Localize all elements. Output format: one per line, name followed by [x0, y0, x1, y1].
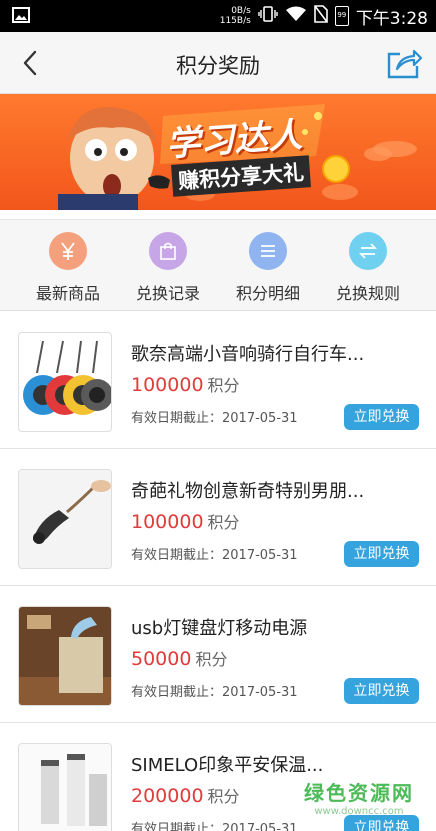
share-icon[interactable]: [386, 46, 423, 80]
redeem-button[interactable]: 立即兑换: [344, 678, 419, 704]
watermark: 绿色资源网 www.downcc.com: [304, 781, 414, 817]
product-points: 100000 积分: [131, 374, 240, 396]
product-points: 200000 积分: [131, 785, 240, 807]
list-item[interactable]: 歌奈高端小音响骑行自行车... 100000 积分 有效日期截止：2017-05-…: [0, 312, 436, 449]
product-points: 100000 积分: [131, 511, 240, 533]
list-item[interactable]: usb灯键盘灯移动电源 50000 积分 有效日期截止：2017-05-31 立即…: [0, 586, 436, 723]
expiry-date: 有效日期截止：2017-05-31: [131, 822, 298, 831]
product-list: 歌奈高端小音响骑行自行车... 100000 积分 有效日期截止：2017-05-…: [0, 312, 436, 831]
gallery-icon: [12, 7, 30, 27]
expiry-date: 有效日期截止：2017-05-31: [131, 685, 298, 700]
status-bar: 0B/s 115B/s 99 下午3:28: [0, 0, 436, 32]
list-item[interactable]: 奇葩礼物创意新奇特别男朋... 100000 积分 有效日期截止：2017-05-…: [0, 449, 436, 586]
product-image: [18, 332, 112, 432]
bag-icon: [149, 232, 187, 270]
category-label: 兑换规则: [335, 284, 400, 303]
category-nav: 最新商品 兑换记录 积分明细 兑换规则: [0, 219, 436, 311]
redeem-button[interactable]: 立即兑换: [344, 541, 419, 567]
nav-bar: 积分奖励: [0, 32, 436, 94]
product-name: 歌奈高端小音响骑行自行车...: [131, 344, 365, 365]
battery-icon: 99: [334, 6, 349, 26]
exchange-icon: [349, 232, 387, 270]
product-name: 奇葩礼物创意新奇特别男朋...: [131, 481, 365, 502]
category-label: 兑换记录: [135, 284, 200, 303]
list-icon: [249, 232, 287, 270]
product-image: [18, 743, 112, 831]
category-label: 积分明细: [235, 284, 300, 303]
category-exchange-rules[interactable]: 兑换规则: [318, 232, 418, 304]
expiry-date: 有效日期截止：2017-05-31: [131, 548, 298, 563]
category-exchange-records[interactable]: 兑换记录: [118, 232, 218, 304]
product-points: 50000 积分: [131, 648, 228, 670]
product-image: [18, 606, 112, 706]
category-latest-products[interactable]: 最新商品: [18, 232, 118, 304]
vibrate-icon: [258, 6, 278, 26]
clock: 下午3:28: [355, 8, 428, 29]
product-image: [18, 469, 112, 569]
redeem-button[interactable]: 立即兑换: [344, 815, 419, 831]
network-speed: 0B/s 115B/s: [219, 6, 251, 26]
no-sim-icon: [314, 5, 328, 27]
category-points-detail[interactable]: 积分明细: [218, 232, 318, 304]
product-name: usb灯键盘灯移动电源: [131, 618, 308, 639]
wifi-icon: [285, 6, 307, 26]
page-title: 积分奖励: [176, 54, 260, 78]
product-name: SIMELO印象平安保温...: [131, 755, 324, 776]
category-label: 最新商品: [35, 284, 100, 303]
expiry-date: 有效日期截止：2017-05-31: [131, 411, 298, 426]
yen-icon: [49, 232, 87, 270]
promo-banner[interactable]: 学习达人 赚积分享大礼: [0, 94, 436, 210]
redeem-button[interactable]: 立即兑换: [344, 404, 419, 430]
